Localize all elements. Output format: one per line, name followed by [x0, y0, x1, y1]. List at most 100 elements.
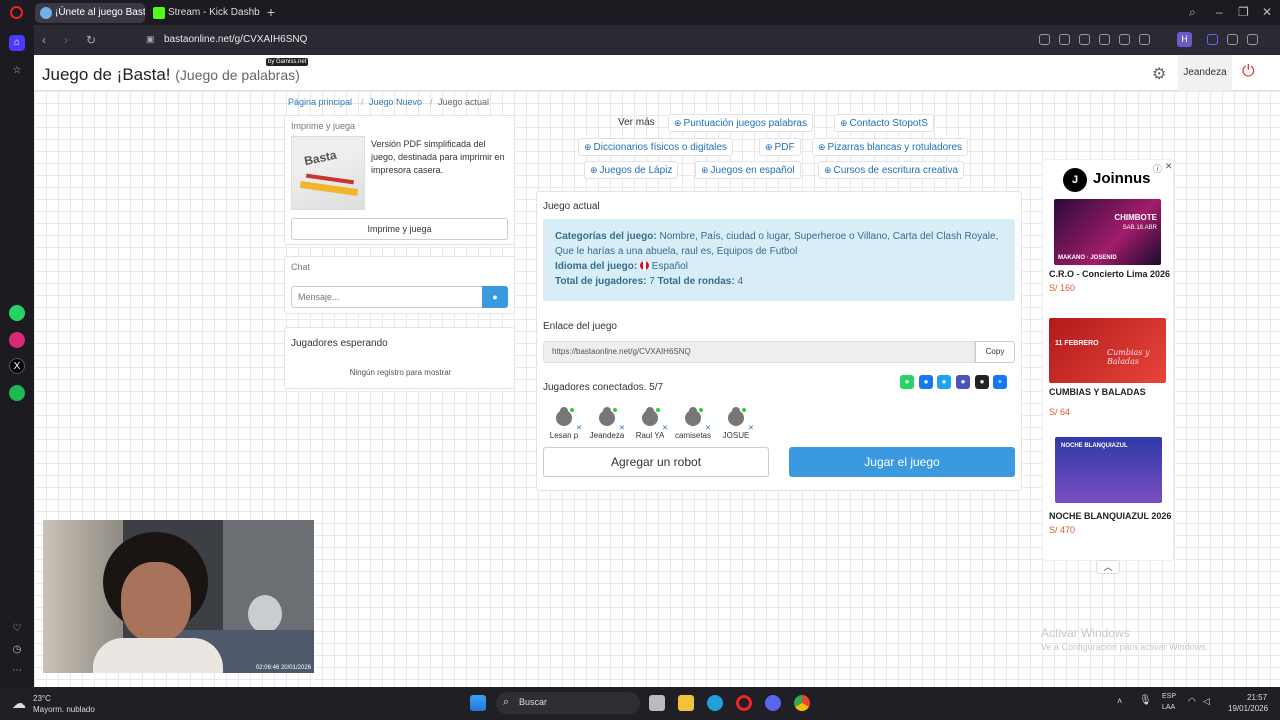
weather-icon[interactable]: ☁ — [12, 695, 26, 712]
profile-icon[interactable]: H — [1177, 32, 1192, 47]
game-link-field[interactable]: https://bastaonline.net/g/CVXAIH6SNQ — [543, 341, 975, 363]
gamiss-badge[interactable]: by Gamiss.net — [266, 58, 309, 66]
ad-image-title: NOCHE BLANQUIAZUL — [1061, 443, 1128, 449]
browser-tab-basta[interactable]: ¡Únete al juego Basta! — [35, 3, 145, 23]
search-tabs-icon[interactable]: ⌕ — [1189, 5, 1196, 20]
taskbar-search[interactable]: ⌕ Buscar — [496, 692, 640, 714]
link-pencil-games[interactable]: ⊕ Juegos de Lápiz — [584, 161, 679, 179]
whatsapp-share-icon[interactable]: ● — [900, 375, 914, 389]
maximize-button[interactable]: ❐ — [1238, 5, 1249, 19]
language-top[interactable]: ESP — [1162, 693, 1176, 700]
player-slot[interactable]: ✕ Raul YA — [628, 407, 672, 440]
file-explorer-icon[interactable] — [678, 695, 694, 711]
link-dictionaries[interactable]: ⊕ Diccionarios físicos o digitales — [578, 138, 733, 156]
ad-item[interactable]: CHIMBOTE SAB.18.ABR MAKANO · JOSENID C.R… — [1049, 199, 1174, 293]
play-icon[interactable] — [1099, 34, 1110, 45]
microphone-icon[interactable]: 🎙 — [1139, 695, 1152, 706]
player-slot[interactable]: ✕ camisetas — [671, 407, 715, 440]
print-and-play-button[interactable]: Imprime y juega — [291, 218, 508, 240]
username-label[interactable]: Jeandeza — [1178, 55, 1232, 91]
wifi-tray-icon[interactable]: ◠ — [1188, 696, 1196, 707]
play-game-button[interactable]: Jugar el juego — [789, 447, 1015, 477]
spotify-icon[interactable] — [9, 385, 25, 401]
kick-player-icon[interactable]: ✕ — [576, 424, 582, 432]
star-icon[interactable]: ☆ — [9, 63, 25, 79]
more-icon[interactable]: ⋯ — [9, 663, 25, 679]
link-pdf[interactable]: ⊕ PDF — [759, 138, 801, 156]
title-subtitle: (Juego de palabras) — [175, 67, 300, 83]
home-icon[interactable]: ⌂ — [9, 35, 25, 51]
language-bottom: LAA — [1162, 704, 1176, 711]
ad-info-icon[interactable]: ⓘ — [1153, 162, 1162, 175]
ad-close-icon[interactable]: ✕ — [1165, 161, 1173, 172]
heart-icon[interactable] — [1119, 34, 1130, 45]
player-slot[interactable]: ✕ JOSUE — [714, 407, 758, 440]
instagram-icon[interactable] — [9, 332, 25, 348]
wifi-icon[interactable] — [1207, 34, 1218, 45]
settings-icon[interactable] — [1227, 34, 1238, 45]
chat-input[interactable] — [291, 286, 483, 308]
game-panel-header: Juego actual — [543, 201, 600, 212]
opera-logo-icon[interactable] — [10, 6, 23, 19]
thumbnail-label: Basta — [302, 147, 338, 169]
opera-icon[interactable] — [736, 695, 752, 711]
messenger-share-icon[interactable]: ● — [919, 375, 933, 389]
new-tab-button[interactable]: + — [264, 5, 278, 20]
weather-desc: Mayorm. nublado — [33, 705, 95, 714]
camera-icon[interactable] — [1059, 34, 1070, 45]
extension-icon[interactable] — [1039, 34, 1050, 45]
back-icon[interactable]: ‹ — [42, 33, 46, 47]
address-bar: ‹ › ↻ ▣ bastaonline.net/g/CVXAIH6SNQ H — [34, 25, 1280, 55]
game-link-label: Enlace del juego — [543, 321, 617, 332]
send-message-button[interactable]: ● — [482, 286, 508, 308]
discord-icon[interactable] — [765, 695, 781, 711]
forward-icon[interactable]: › — [64, 33, 68, 47]
copy-link-button[interactable]: Copy — [975, 341, 1015, 363]
tray-chevron-icon[interactable]: ˄ — [1117, 696, 1122, 706]
speaker-icon[interactable]: ◁ — [1203, 696, 1210, 707]
ad-item[interactable]: 11 FEBRERO Cumbias y Baladas CUMBIAS Y B… — [1049, 318, 1174, 417]
link-scoring[interactable]: ⊕ Puntuación juegos palabras — [668, 114, 813, 132]
menu-icon[interactable] — [1247, 34, 1258, 45]
kick-player-icon[interactable]: ✕ — [662, 424, 668, 432]
link-contact[interactable]: ⊕ Contacto StopotS — [834, 114, 934, 132]
add-robot-button[interactable]: Agregar un robot — [543, 447, 769, 477]
chrome-icon[interactable] — [794, 695, 810, 711]
close-window-button[interactable]: ✕ — [1262, 5, 1272, 19]
more-share-icon[interactable]: + — [993, 375, 1007, 389]
windows-start-icon[interactable] — [470, 695, 486, 711]
shield-icon[interactable] — [1079, 34, 1090, 45]
kick-player-icon[interactable]: ✕ — [619, 424, 625, 432]
minimize-button[interactable]: – — [1216, 5, 1223, 19]
player-slot[interactable]: ✕ Jeandeza — [585, 407, 629, 440]
link-writing-courses[interactable]: ⊕ Cursos de escritura creativa — [818, 161, 965, 179]
clock-time[interactable]: 21:57 — [1247, 693, 1267, 702]
print-thumbnail[interactable]: Basta — [291, 136, 365, 210]
ad-collapse-button[interactable]: ︿ — [1096, 560, 1120, 574]
task-view-icon[interactable] — [649, 695, 665, 711]
kick-icon — [153, 7, 165, 19]
cube-icon[interactable] — [1139, 34, 1150, 45]
browser-tab-kick[interactable]: Stream - Kick Dashboard — [148, 3, 260, 23]
history-icon[interactable]: ◷ — [9, 642, 25, 658]
whatsapp-icon[interactable] — [9, 305, 25, 321]
kick-player-icon[interactable]: ✕ — [705, 424, 711, 432]
twitter-share-icon[interactable]: ● — [937, 375, 951, 389]
link-whiteboards[interactable]: ⊕ Pizarras blancas y rotuladores — [812, 138, 969, 156]
x-twitter-icon[interactable]: X — [9, 358, 25, 374]
link-spanish-games[interactable]: ⊕ Juegos en español — [695, 161, 801, 179]
snapchat-share-icon[interactable]: ● — [975, 375, 989, 389]
teams-share-icon[interactable]: ● — [956, 375, 970, 389]
kick-player-icon[interactable]: ✕ — [748, 424, 754, 432]
power-icon[interactable]: ⏻ — [1242, 63, 1255, 81]
breadcrumb-new-game[interactable]: Juego Nuevo — [369, 97, 422, 107]
gear-icon[interactable]: ⚙ — [1152, 64, 1166, 84]
ad-item[interactable]: NOCHE BLANQUIAZUL NOCHE BLANQUIAZUL 2026… — [1049, 437, 1174, 535]
heart-icon[interactable]: ♡ — [9, 621, 25, 637]
reload-icon[interactable]: ↻ — [86, 33, 96, 47]
edge-icon[interactable] — [707, 695, 723, 711]
player-slot[interactable]: ✕ Lesan p — [542, 407, 586, 440]
ad-brand: Joinnus — [1093, 170, 1151, 187]
url-field[interactable]: bastaonline.net/g/CVXAIH6SNQ — [164, 34, 307, 45]
breadcrumb-home[interactable]: Página principal — [288, 97, 352, 107]
